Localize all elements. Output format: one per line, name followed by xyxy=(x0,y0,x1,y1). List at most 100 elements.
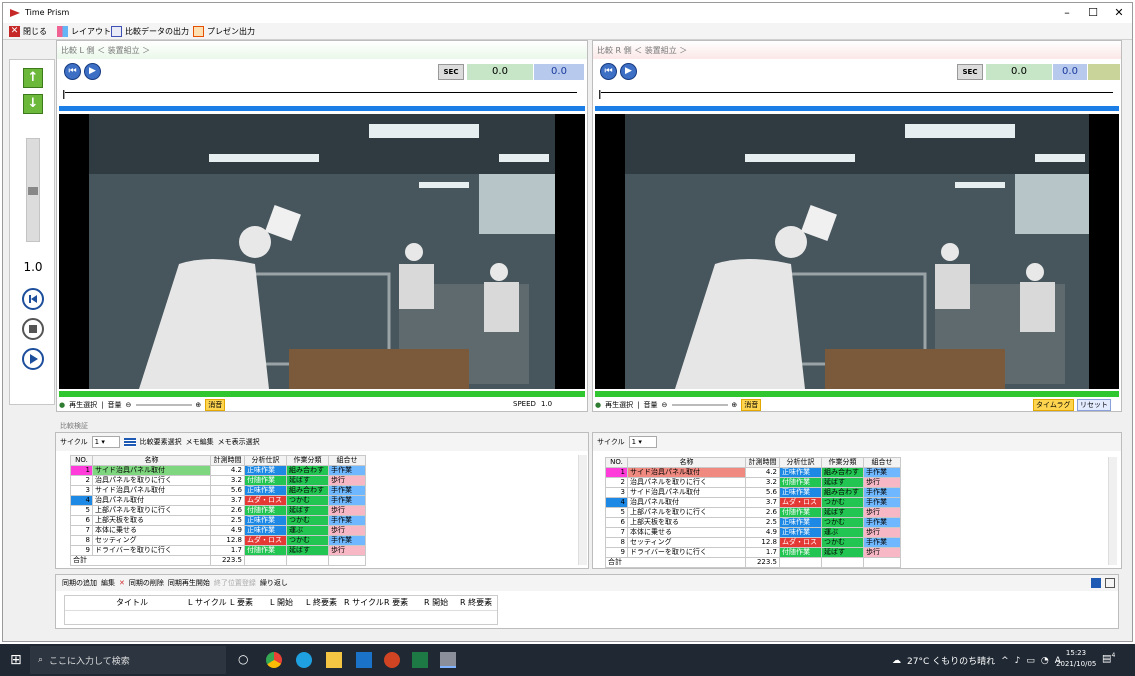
layout-button[interactable]: レイアウト xyxy=(57,25,111,38)
cell-time[interactable]: 3.7 xyxy=(210,495,245,506)
cell-name[interactable]: ドライバーを取りに行く xyxy=(92,545,211,556)
cell-cls[interactable]: 組み合わす xyxy=(286,465,329,476)
col-header[interactable]: 作業分類 xyxy=(821,457,864,468)
cell-cls[interactable]: 延ばす xyxy=(286,505,329,516)
memo-display-button[interactable]: メモ表示選択 xyxy=(218,437,260,447)
cell-name[interactable]: 本体に乗せる xyxy=(92,525,211,536)
table-row[interactable]: 6 上部天板を取る 2.5 正味作業 つかむ 手作業 xyxy=(605,517,901,528)
cell-name[interactable]: 本体に乗せる xyxy=(627,527,746,538)
cell-no[interactable]: 5 xyxy=(605,507,628,518)
cell-cls[interactable]: 延ばす xyxy=(286,545,329,556)
cell-cls[interactable]: つかむ xyxy=(821,537,864,548)
timelag-button[interactable]: タイムラグ xyxy=(1033,399,1074,411)
table-row[interactable]: 4 治具パネル取付 3.7 ムダ・ロス つかむ 手作業 xyxy=(70,495,366,506)
cell-combo[interactable]: 手作業 xyxy=(328,485,366,496)
cell-name[interactable]: サイド治具パネル取付 xyxy=(92,465,211,476)
cell-cls[interactable]: つかむ xyxy=(286,515,329,526)
cell-combo[interactable]: 手作業 xyxy=(863,467,901,478)
clock[interactable]: 15:23 2021/10/05 xyxy=(1056,648,1096,670)
cell-no[interactable]: 4 xyxy=(70,495,93,506)
cell-name[interactable]: ドライバーを取りに行く xyxy=(627,547,746,558)
network-icon[interactable]: ◔ xyxy=(1041,656,1049,666)
cell-name[interactable]: 上部天板を取る xyxy=(627,517,746,528)
cell-cls[interactable]: 運ぶ xyxy=(286,525,329,536)
table-row[interactable]: 5 上部パネルを取りに行く 2.6 付随作業 延ばす 歩行 xyxy=(70,505,366,516)
speaker-icon[interactable]: ♪ xyxy=(1015,656,1021,666)
col-header[interactable]: 名称 xyxy=(92,455,211,466)
col-header[interactable]: 計測時間 xyxy=(745,457,780,468)
cell-time[interactable]: 4.2 xyxy=(210,465,245,476)
cell-combo[interactable]: 歩行 xyxy=(863,507,901,518)
export-presentation-button[interactable]: プレゼン出力 xyxy=(193,25,255,38)
cell-cls[interactable]: つかむ xyxy=(821,497,864,508)
right-play-select-label[interactable]: 再生選択 xyxy=(605,400,633,410)
cell-time[interactable]: 2.5 xyxy=(745,517,780,528)
cell-cls[interactable]: つかむ xyxy=(286,495,329,506)
cell-name[interactable]: サイド治具パネル取付 xyxy=(92,485,211,496)
cell-time[interactable]: 4.2 xyxy=(745,467,780,478)
table-row[interactable]: 8 セッティング 12.8 ムダ・ロス つかむ 手作業 xyxy=(605,537,901,548)
cell-name[interactable]: サイド治具パネル取付 xyxy=(627,487,746,498)
sync-play-start-button[interactable]: 同期再生開始 xyxy=(168,578,210,588)
right-volume-slider[interactable] xyxy=(672,404,728,406)
col-header[interactable]: NO. xyxy=(70,455,93,466)
right-table-scrollbar[interactable] xyxy=(1108,457,1117,565)
right-cycle-select[interactable]: 1 ▾ xyxy=(628,436,657,448)
cell-time[interactable]: 4.9 xyxy=(210,525,245,536)
timeprism-taskbar-icon[interactable] xyxy=(440,652,456,668)
table-row[interactable]: 1 サイド治具パネル取付 4.2 正味作業 組み合わす 手作業 xyxy=(605,467,901,478)
cell-no[interactable]: 7 xyxy=(70,525,93,536)
cell-analysis[interactable]: 付随作業 xyxy=(244,475,287,486)
cell-no[interactable]: 2 xyxy=(70,475,93,486)
register-end-button[interactable]: 終了位置登録 xyxy=(214,578,256,588)
cell-time[interactable]: 1.7 xyxy=(745,547,780,558)
cell-cls[interactable]: 延ばす xyxy=(821,547,864,558)
cell-combo[interactable]: 手作業 xyxy=(328,495,366,506)
left-progress-bar[interactable] xyxy=(59,106,585,111)
cell-time[interactable]: 3.2 xyxy=(745,477,780,488)
cell-time[interactable]: 4.9 xyxy=(745,527,780,538)
windows-start-icon[interactable]: ⊞ xyxy=(10,652,26,668)
cell-analysis[interactable]: 正味作業 xyxy=(779,487,822,498)
left-timeline-line[interactable] xyxy=(65,92,577,93)
cell-analysis[interactable]: 正味作業 xyxy=(779,467,822,478)
minimize-button[interactable]: – xyxy=(1053,5,1081,21)
left-sec-button[interactable]: SEC xyxy=(438,64,464,80)
stop-button[interactable] xyxy=(22,318,44,340)
cell-analysis[interactable]: 正味作業 xyxy=(779,527,822,538)
table-row[interactable]: 6 上部天板を取る 2.5 正味作業 つかむ 手作業 xyxy=(70,515,366,526)
cell-analysis[interactable]: 正味作業 xyxy=(244,525,287,536)
sync-add-button[interactable]: 同期の追加 xyxy=(62,578,97,588)
cell-name[interactable]: セッティング xyxy=(627,537,746,548)
cell-no[interactable]: 3 xyxy=(605,487,628,498)
window-icon-2[interactable] xyxy=(1105,578,1115,588)
cell-no[interactable]: 3 xyxy=(70,485,93,496)
cell-combo[interactable]: 手作業 xyxy=(863,497,901,508)
left-cycle-select[interactable]: 1 ▾ xyxy=(91,436,120,448)
cell-no[interactable]: 4 xyxy=(605,497,628,508)
table-row[interactable]: 4 治具パネル取付 3.7 ムダ・ロス つかむ 手作業 xyxy=(605,497,901,508)
cell-no[interactable]: 9 xyxy=(605,547,628,558)
cell-time[interactable]: 5.6 xyxy=(210,485,245,496)
col-header[interactable]: 名称 xyxy=(627,457,746,468)
left-play-select-label[interactable]: 再生選択 xyxy=(69,400,97,410)
cell-name[interactable]: 治具パネルを取りに行く xyxy=(627,477,746,488)
table-row[interactable]: 9 ドライバーを取りに行く 1.7 付随作業 延ばす 歩行 xyxy=(70,545,366,556)
right-sec-button[interactable]: SEC xyxy=(957,64,983,80)
cell-analysis[interactable]: 付随作業 xyxy=(244,545,287,556)
cell-analysis[interactable]: 付随作業 xyxy=(779,507,822,518)
export-compare-button[interactable]: 比較データの出力 xyxy=(111,25,189,38)
col-header[interactable]: 組合せ xyxy=(328,455,366,466)
cell-cls[interactable]: つかむ xyxy=(286,535,329,546)
weather-text[interactable]: 27°C くもりのち晴れ xyxy=(907,654,995,667)
cell-name[interactable]: 上部パネルを取りに行く xyxy=(92,505,211,516)
cell-no[interactable]: 6 xyxy=(605,517,628,528)
move-up-button[interactable]: ↑ xyxy=(23,68,43,88)
cell-time[interactable]: 1.7 xyxy=(210,545,245,556)
left-play-button[interactable]: ▶ xyxy=(84,63,101,80)
speed-slider-thumb[interactable] xyxy=(28,187,38,195)
cell-time[interactable]: 12.8 xyxy=(745,537,780,548)
left-volume-slider[interactable] xyxy=(136,404,192,406)
task-view-icon[interactable]: ○ xyxy=(238,652,254,668)
cell-cls[interactable]: 組み合わす xyxy=(821,467,864,478)
